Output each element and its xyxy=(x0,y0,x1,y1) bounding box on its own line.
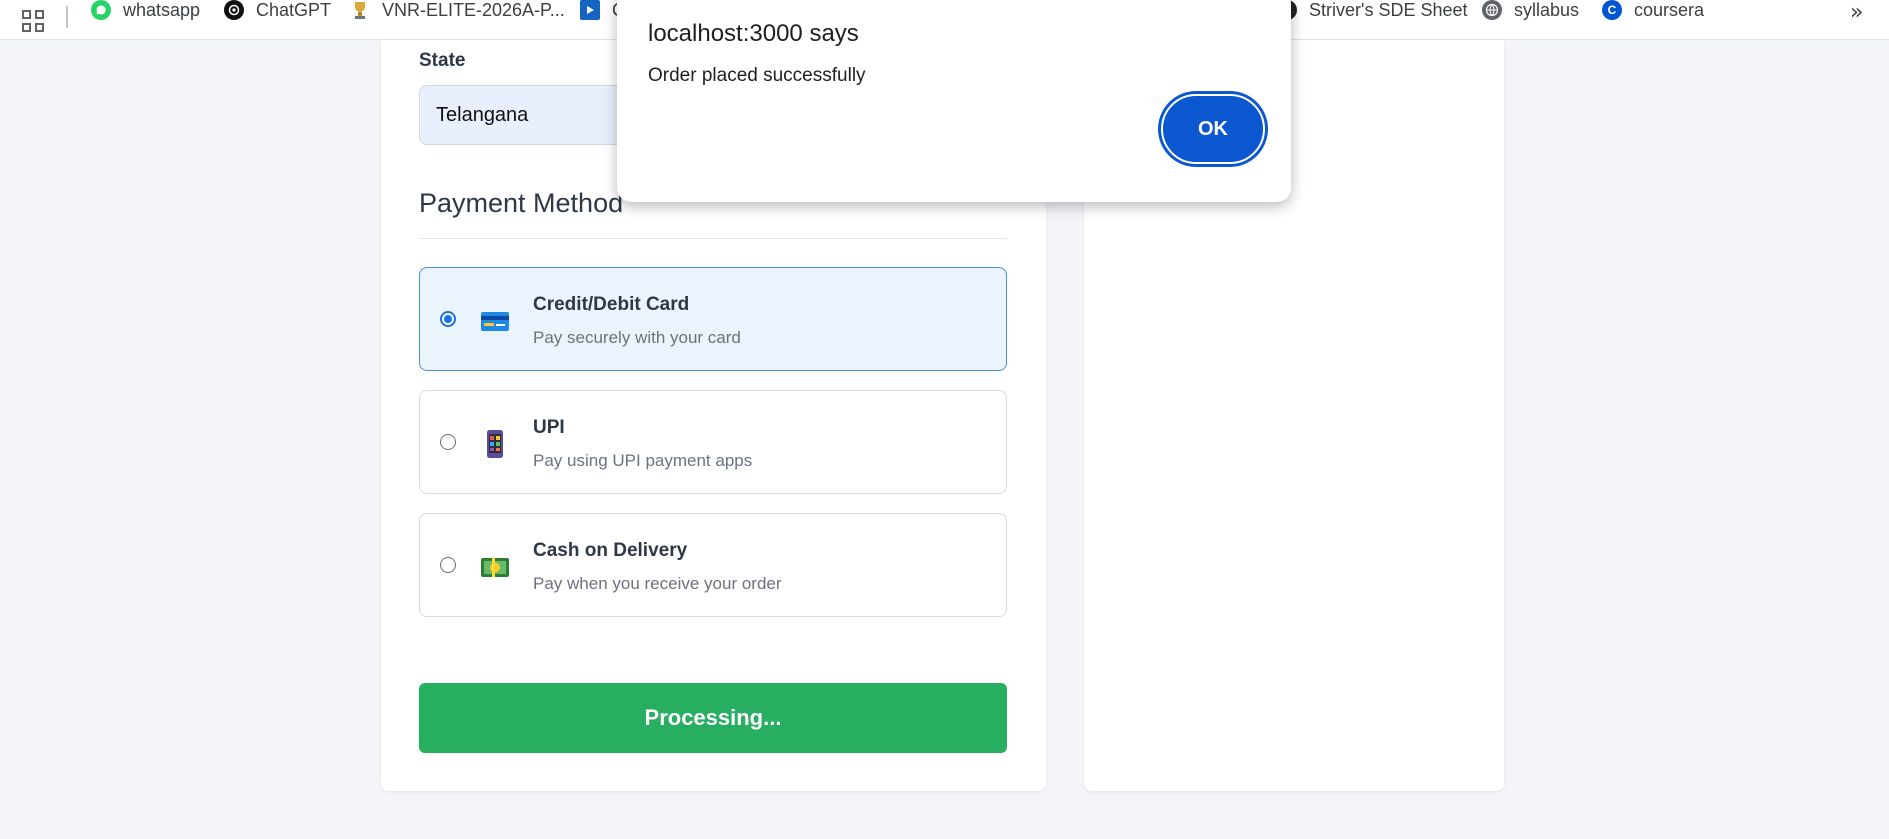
dialog-message: Order placed successfully xyxy=(648,65,866,86)
credit-card-icon xyxy=(481,312,509,331)
mobile-phone-icon xyxy=(487,430,503,458)
bookmark-label: coursera xyxy=(1634,0,1705,20)
dialog-title: localhost:3000 says xyxy=(648,20,859,47)
cash-icon xyxy=(481,558,509,577)
payment-option-desc: Pay when you receive your order xyxy=(533,574,782,593)
bookmark-coursera[interactable]: C coursera xyxy=(1602,0,1704,20)
bookmark-label: ChatGPT xyxy=(256,0,332,20)
payment-option-title: UPI xyxy=(533,417,565,438)
bookmark-label: syllabus xyxy=(1514,0,1580,20)
bookmark-syllabus[interactable]: syllabus xyxy=(1482,0,1579,20)
alert-dialog: localhost:3000 says Order placed success… xyxy=(617,0,1291,202)
state-label: State xyxy=(419,50,466,71)
place-order-button[interactable]: Processing... xyxy=(419,683,1007,753)
bookmarks-separator xyxy=(66,6,68,28)
payment-radio-cod[interactable] xyxy=(440,557,456,573)
play-icon xyxy=(580,0,600,20)
payment-option-cod[interactable]: Cash on Delivery Pay when you receive yo… xyxy=(419,513,1007,617)
coursera-icon: C xyxy=(1602,0,1622,20)
payment-radio-card[interactable] xyxy=(440,311,456,327)
ok-button[interactable]: OK xyxy=(1161,94,1265,164)
payment-option-desc: Pay using UPI payment apps xyxy=(533,451,753,470)
payment-radio-upi[interactable] xyxy=(440,434,456,450)
double-chevron-right-icon[interactable]: » xyxy=(1850,0,1863,25)
bookmark-chatgpt[interactable]: ChatGPT xyxy=(224,0,331,20)
bookmark-label: VNR-ELITE-2026A-P... xyxy=(382,0,565,20)
bookmark-vnr-elite[interactable]: VNR-ELITE-2026A-P... xyxy=(350,0,565,20)
chatgpt-icon xyxy=(224,0,244,20)
trophy-icon xyxy=(350,0,370,20)
payment-option-upi[interactable]: UPI Pay using UPI payment apps xyxy=(419,390,1007,494)
payment-option-title: Cash on Delivery xyxy=(533,540,688,561)
payment-method-title: Payment Method xyxy=(419,188,624,218)
bookmark-striver[interactable]: Striver's SDE Sheet xyxy=(1277,0,1468,20)
payment-option-desc: Pay securely with your card xyxy=(533,328,741,347)
bookmark-whatsapp[interactable]: whatsapp xyxy=(91,0,200,20)
apps-grid-icon[interactable] xyxy=(22,10,44,32)
bookmark-label: Striver's SDE Sheet xyxy=(1309,0,1468,20)
section-divider xyxy=(419,238,1007,239)
globe-icon xyxy=(1482,0,1502,20)
payment-option-title: Credit/Debit Card xyxy=(533,294,690,315)
bookmark-label: whatsapp xyxy=(123,0,201,20)
payment-option-card[interactable]: Credit/Debit Card Pay securely with your… xyxy=(419,267,1007,371)
whatsapp-icon xyxy=(91,0,111,20)
